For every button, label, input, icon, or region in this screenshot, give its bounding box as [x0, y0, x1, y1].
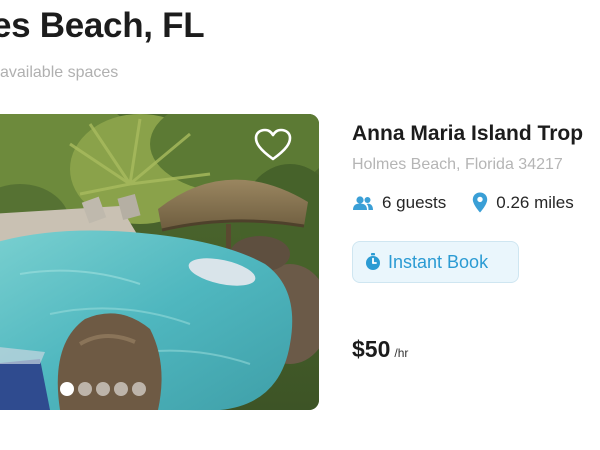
listing-photo[interactable] — [0, 114, 319, 410]
price-unit: /hr — [394, 346, 409, 360]
guests-info: 6 guests — [352, 193, 446, 213]
search-results-page: es Beach, FL available spaces Anna Maria… — [0, 0, 600, 450]
price-amount: $50 — [352, 336, 391, 362]
carousel-dot[interactable] — [78, 382, 92, 396]
stopwatch-icon — [365, 253, 381, 271]
listing-address: Holmes Beach, Florida 34217 — [352, 156, 563, 173]
instant-book-badge[interactable]: Instant Book — [352, 241, 519, 283]
carousel-dot[interactable] — [114, 382, 128, 396]
listing-title[interactable]: Anna Maria Island Trop — [352, 122, 583, 146]
results-count: available spaces — [0, 64, 119, 81]
listing-meta: 6 guests 0.26 miles — [352, 192, 574, 213]
favorite-button[interactable] — [254, 128, 292, 162]
guests-count: 6 guests — [382, 192, 447, 212]
listing-card[interactable]: Anna Maria Island Trop Holmes Beach, Flo… — [0, 114, 600, 414]
heart-outline-icon — [254, 128, 292, 161]
carousel-dot[interactable] — [60, 382, 74, 396]
photo-carousel-dots — [60, 382, 146, 396]
carousel-dot[interactable] — [96, 382, 110, 396]
map-pin-icon — [472, 192, 488, 213]
distance-info: 0.26 miles — [472, 192, 574, 213]
users-icon — [352, 195, 374, 211]
carousel-dot[interactable] — [132, 382, 146, 396]
instant-book-label: Instant Book — [388, 251, 489, 272]
listing-price: $50/hr — [352, 336, 408, 363]
page-title: es Beach, FL — [0, 6, 205, 45]
distance-value: 0.26 miles — [496, 192, 574, 212]
